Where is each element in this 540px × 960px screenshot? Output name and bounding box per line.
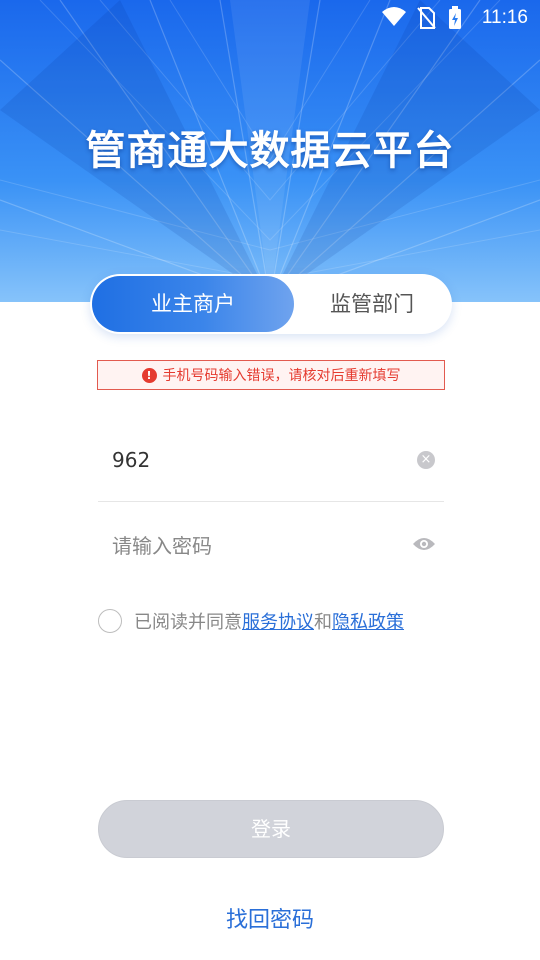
login-button[interactable]: 登录	[98, 800, 444, 858]
app-title: 管商通大数据云平台	[85, 128, 455, 174]
clear-icon[interactable]: ×	[417, 451, 435, 469]
agreement-prefix: 已阅读并同意	[134, 612, 242, 633]
header-banner: 管商通大数据云平台	[0, 0, 540, 302]
error-icon: !	[141, 367, 157, 383]
phone-input[interactable]	[112, 432, 392, 488]
terms-link[interactable]: 服务协议	[242, 608, 314, 634]
status-bar: 11:16	[0, 0, 540, 36]
error-banner: ! 手机号码输入错误，请核对后重新填写	[97, 360, 445, 390]
password-field	[98, 518, 444, 574]
status-time: 11:16	[481, 7, 528, 28]
wifi-icon	[382, 7, 406, 26]
tab-regulator[interactable]: 监管部门	[294, 276, 450, 332]
agreement-conjunction: 和	[314, 612, 332, 633]
phone-field: ×	[98, 432, 444, 502]
agreement-row: 已阅读并同意 服务协议 和 隐私政策	[98, 607, 404, 635]
tab-merchant[interactable]: 业主商户	[92, 276, 294, 332]
password-input[interactable]	[112, 518, 392, 574]
error-message: 手机号码输入错误，请核对后重新填写	[162, 368, 401, 384]
privacy-link[interactable]: 隐私政策	[332, 608, 404, 634]
battery-charging-icon	[449, 6, 461, 29]
agreement-checkbox[interactable]	[98, 609, 122, 633]
forgot-password-link[interactable]: 找回密码	[0, 902, 540, 934]
eye-icon[interactable]	[412, 535, 436, 553]
no-sim-icon	[417, 7, 436, 29]
role-tabs: 业主商户 监管部门	[90, 274, 452, 334]
